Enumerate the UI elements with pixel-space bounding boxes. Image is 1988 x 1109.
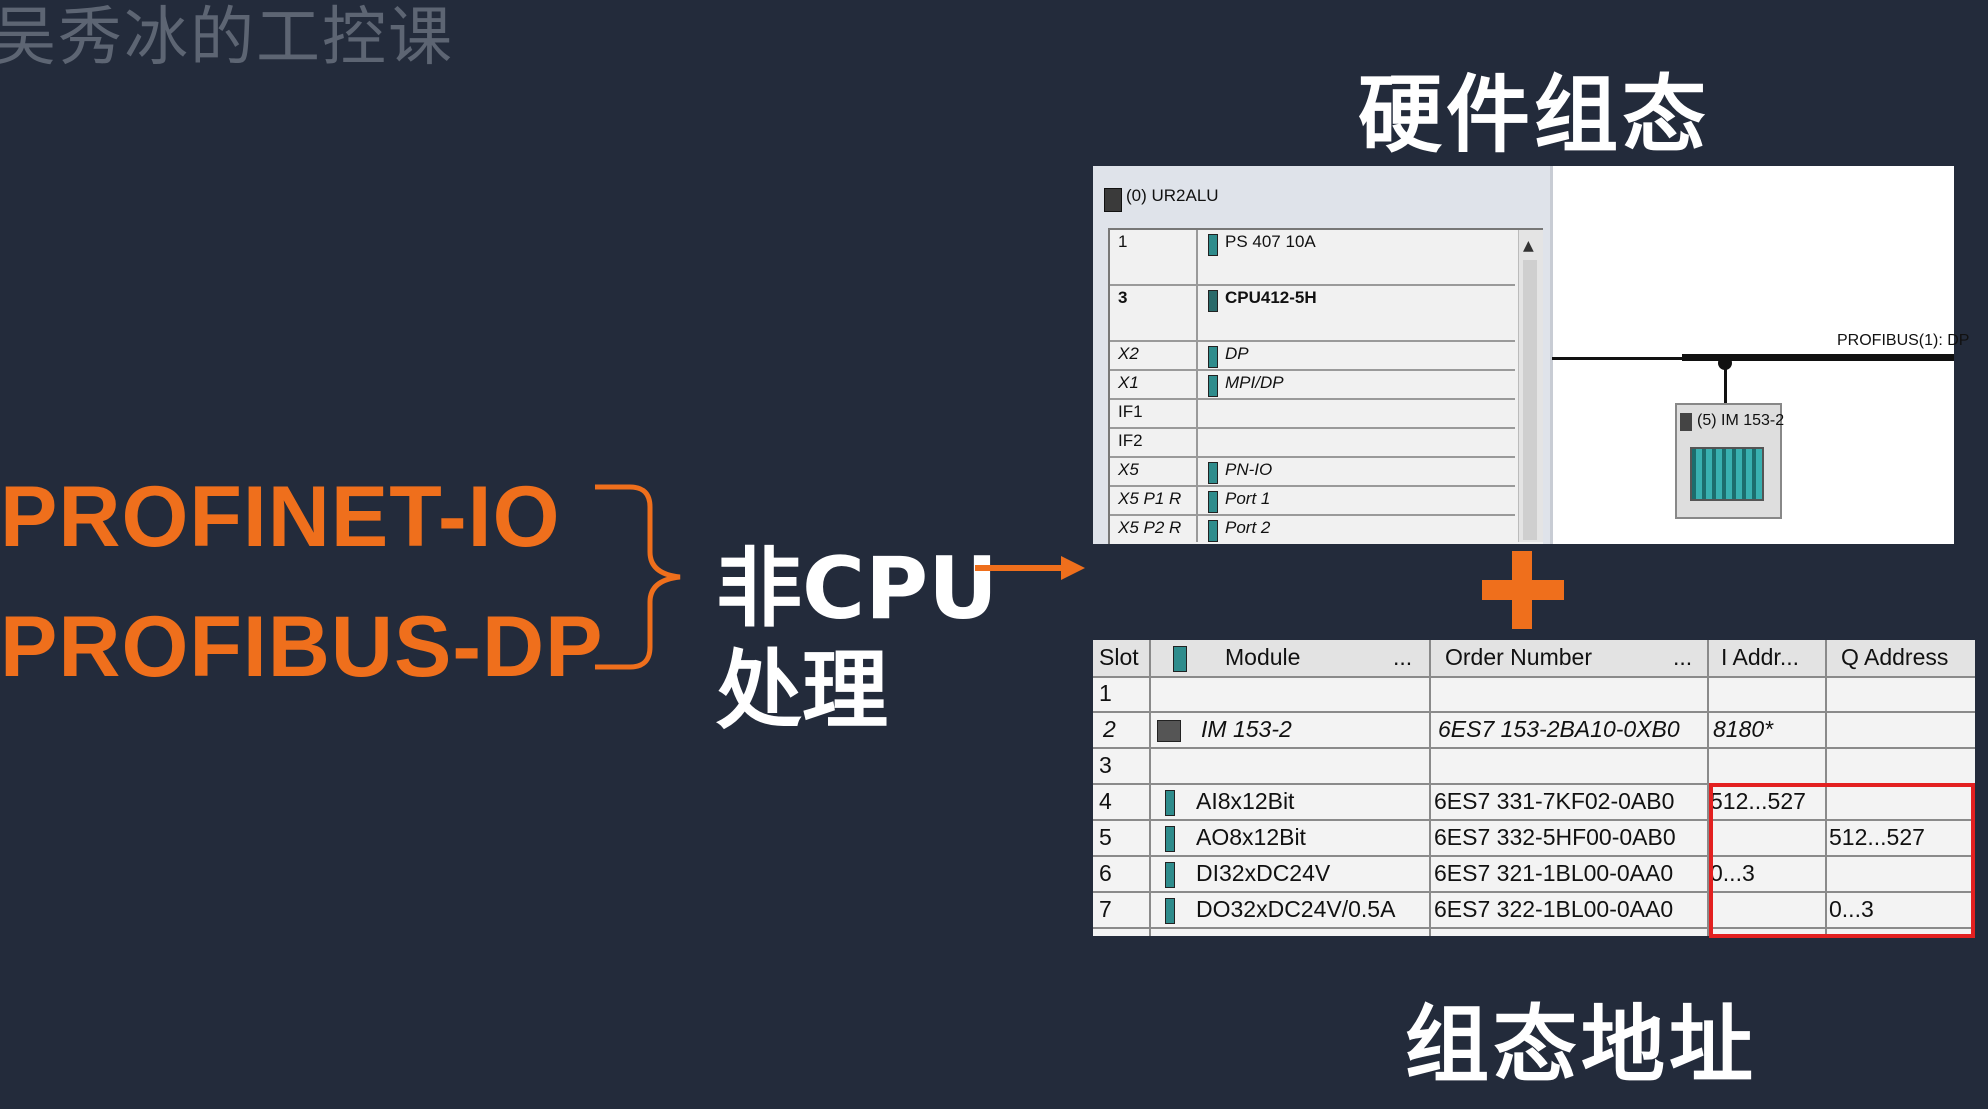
module-icon [1208, 520, 1218, 542]
header-order-more[interactable]: ... [1673, 644, 1692, 671]
row-slot: 6 [1099, 860, 1112, 886]
config-address-title: 组态地址 [1405, 996, 1758, 1094]
row-slot: 2 [1103, 716, 1116, 742]
rack-row[interactable]: X1 MPI/DP [1110, 371, 1515, 400]
rack-module: MPI/DP [1225, 373, 1284, 392]
rack-row[interactable]: 1 PS 407 10A [1110, 230, 1515, 286]
rack-module: CPU412-5H [1225, 288, 1317, 307]
row-order: 6ES7 322-1BL00-0AA0 [1434, 896, 1674, 922]
rack-scrollbar[interactable]: ▲ [1518, 230, 1543, 542]
module-icon [1165, 790, 1175, 816]
row-module: IM 153-2 [1201, 716, 1292, 742]
hardware-config-title: 硬件组态 [1358, 66, 1711, 164]
scroll-up-icon[interactable]: ▲ [1523, 238, 1534, 254]
module-header-icon [1173, 646, 1187, 672]
rack-slot: X5 P1 R [1118, 489, 1182, 508]
module-icon [1208, 462, 1218, 484]
rack-slot: X1 [1118, 373, 1139, 392]
module-icon [1208, 375, 1218, 397]
profibus-dp-label: PROFIBUS-DP [0, 599, 604, 695]
header-slot[interactable]: Slot [1099, 644, 1139, 671]
profibus-network-label: PROFIBUS(1): DP [1837, 332, 1970, 349]
watermark-text: 吴秀冰的工控课 [0, 1, 454, 75]
rack-slot: X5 [1118, 460, 1139, 479]
curly-brace [595, 484, 681, 670]
rack-row[interactable]: X2 DP [1110, 342, 1515, 371]
rack-icon [1104, 188, 1122, 212]
module-icon [1165, 826, 1175, 852]
row-module: DO32xDC24V/0.5A [1196, 896, 1396, 922]
device-icon [1680, 413, 1692, 431]
row-module: AO8x12Bit [1196, 824, 1306, 850]
rack-slot-table: 1 PS 407 10A 3 CPU412-5H X2 DP X1 MPI/DP… [1108, 228, 1543, 544]
module-icon [1208, 234, 1218, 256]
processing-label: 处理 [716, 641, 888, 741]
header-module[interactable]: Module [1225, 644, 1300, 671]
rack-slot: X2 [1118, 344, 1139, 363]
rack-row[interactable]: X5 PN-IO [1110, 458, 1515, 487]
module-icon [1208, 346, 1218, 368]
header-module-more[interactable]: ... [1393, 644, 1412, 671]
address-table-header: Slot Module ... Order Number ... I Addr.… [1093, 640, 1975, 678]
rack-slot: IF1 [1118, 402, 1143, 421]
rack-row[interactable]: IF1 [1110, 400, 1515, 429]
rack-module: PS 407 10A [1225, 232, 1316, 251]
table-row[interactable]: 2 IM 153-2 6ES7 153-2BA10-0XB0 8180* [1093, 713, 1975, 749]
table-row[interactable]: 3 [1093, 749, 1975, 785]
row-order: 6ES7 153-2BA10-0XB0 [1438, 716, 1680, 742]
module-icon [1165, 898, 1175, 924]
cpu-icon [1208, 290, 1218, 312]
im153-device-label: (5) IM 153-2 [1697, 412, 1785, 429]
rack-slot: 1 [1118, 232, 1128, 251]
rack-slot: X5 P2 R [1118, 518, 1182, 537]
rack-row[interactable]: IF2 [1110, 429, 1515, 458]
profinet-io-label: PROFINET-IO [0, 469, 561, 565]
rack-module: Port 1 [1225, 489, 1271, 508]
rack-row[interactable]: X5 P2 R Port 2 [1110, 516, 1515, 543]
row-slot: 7 [1099, 896, 1112, 922]
rack-module: Port 2 [1225, 518, 1271, 537]
header-q-address[interactable]: Q Address [1841, 644, 1948, 671]
row-order: 6ES7 331-7KF02-0AB0 [1434, 788, 1675, 814]
rack-module: DP [1225, 344, 1249, 363]
row-module: AI8x12Bit [1196, 788, 1295, 814]
rack-module: PN-IO [1225, 460, 1273, 479]
row-i-addr: 8180* [1713, 716, 1774, 742]
plus-icon-vertical [1512, 551, 1532, 629]
arrow-right-icon [975, 556, 1085, 580]
row-order: 6ES7 332-5HF00-0AB0 [1434, 824, 1676, 850]
im-module-icon [1157, 720, 1181, 742]
rack-row[interactable]: 3 CPU412-5H [1110, 286, 1515, 342]
row-slot: 3 [1099, 752, 1112, 778]
row-slot: 1 [1099, 680, 1112, 706]
row-slot: 5 [1099, 824, 1112, 850]
address-highlight-box [1709, 783, 1975, 938]
io-module-icon [1690, 447, 1764, 501]
rack-row[interactable]: X5 P1 R Port 1 [1110, 487, 1515, 516]
module-icon [1208, 491, 1218, 513]
header-i-addr[interactable]: I Addr... [1721, 644, 1799, 671]
table-row[interactable]: 1 [1093, 677, 1975, 713]
bus-drop-line [1724, 361, 1727, 403]
row-order: 6ES7 321-1BL00-0AA0 [1434, 860, 1674, 886]
rack-slot: IF2 [1118, 431, 1143, 450]
row-module: DI32xDC24V [1196, 860, 1331, 886]
module-icon [1165, 862, 1175, 888]
scroll-thumb[interactable] [1523, 260, 1537, 540]
rack-title: (0) UR2ALU [1126, 186, 1219, 205]
header-order-number[interactable]: Order Number [1445, 644, 1592, 671]
rack-slot: 3 [1118, 288, 1128, 307]
row-slot: 4 [1099, 788, 1112, 814]
